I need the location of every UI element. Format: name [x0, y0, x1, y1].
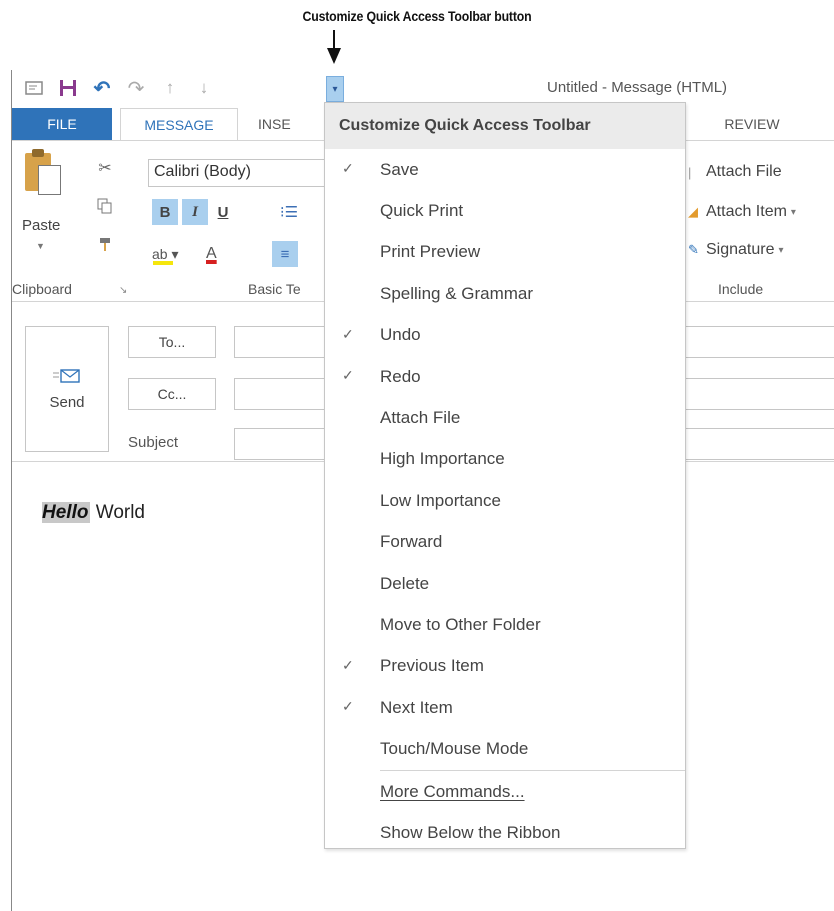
- menu-item-show-below-ribbon[interactable]: Show Below the Ribbon: [325, 812, 685, 853]
- window-title: Untitled - Message (HTML): [547, 79, 728, 96]
- send-label: Send: [49, 393, 85, 411]
- align-left-icon[interactable]: ≡: [272, 241, 298, 267]
- bullets-icon[interactable]: ⁝☰: [270, 199, 308, 225]
- font-color-button[interactable]: A: [206, 241, 246, 267]
- cc-button[interactable]: Cc...: [128, 378, 216, 410]
- customize-quick-access-toolbar-button[interactable]: ▾: [326, 76, 344, 102]
- quick-access-toolbar: ↶ ↷ ↑ ↓ ▾ Untitled - Message (HTML): [12, 70, 834, 106]
- signature-button[interactable]: ✎ Signature ▾: [688, 241, 784, 259]
- group-label-include: Include: [718, 281, 764, 297]
- attach-item-button[interactable]: ◢ Attach Item ▾: [688, 203, 796, 221]
- menu-header: Customize Quick Access Toolbar: [325, 103, 685, 149]
- menu-item-label: Low Importance: [380, 490, 501, 510]
- menu-item-label: Redo: [380, 366, 421, 386]
- group-label-basic-text: Basic Te: [248, 281, 301, 297]
- body-plain-text: World: [90, 502, 146, 523]
- dialog-launcher-icon[interactable]: ↘: [119, 285, 127, 296]
- menu-item-label: Save: [380, 159, 419, 179]
- checkmark-icon: ✓: [342, 656, 354, 673]
- save-icon[interactable]: [58, 78, 78, 98]
- menu-item-low-importance[interactable]: Low Importance: [325, 480, 685, 521]
- menu-item-label: More Commands...: [380, 781, 525, 801]
- send-button[interactable]: Send: [25, 326, 109, 452]
- pen-icon: ✎: [688, 242, 699, 257]
- chevron-down-icon: ▾: [790, 206, 796, 218]
- group-label-clipboard: Clipboard: [12, 281, 72, 297]
- to-button[interactable]: To...: [128, 326, 216, 358]
- menu-item-label: Attach File: [380, 408, 461, 428]
- menu-item-label: Show Below the Ribbon: [380, 822, 561, 842]
- menu-item-label: Forward: [380, 532, 443, 552]
- menu-item-spelling-grammar[interactable]: Spelling & Grammar: [325, 273, 685, 314]
- highlight-color-bar: [153, 261, 173, 265]
- menu-item-delete[interactable]: Delete: [325, 563, 685, 604]
- attach-file-label: Attach File: [706, 163, 782, 180]
- checkmark-icon: ✓: [342, 698, 354, 715]
- menu-item-label: Previous Item: [380, 656, 484, 676]
- callout-arrow-line: [333, 30, 335, 50]
- underline-button[interactable]: U: [210, 199, 236, 225]
- paste-icon[interactable]: [25, 149, 63, 199]
- menu-item-previous-item[interactable]: ✓ Previous Item: [325, 646, 685, 687]
- checkmark-icon: ✓: [342, 325, 354, 342]
- tab-file[interactable]: FILE: [12, 108, 112, 140]
- format-painter-icon[interactable]: [96, 235, 114, 253]
- menu-item-undo[interactable]: ✓ Undo: [325, 315, 685, 356]
- undo-icon[interactable]: ↶: [92, 78, 112, 100]
- font-color-label: A: [206, 245, 217, 262]
- menu-item-label: High Importance: [380, 449, 505, 469]
- menu-item-move-to-other-folder[interactable]: Move to Other Folder: [325, 604, 685, 645]
- redo-icon[interactable]: ↷: [126, 78, 146, 100]
- subject-label: Subject: [128, 434, 179, 451]
- send-envelope-icon: [53, 368, 81, 384]
- menu-item-label: Move to Other Folder: [380, 614, 541, 634]
- menu-item-high-importance[interactable]: High Importance: [325, 439, 685, 480]
- menu-item-redo[interactable]: ✓ Redo: [325, 356, 685, 397]
- menu-item-save[interactable]: ✓ Save: [325, 149, 685, 190]
- menu-item-label: Delete: [380, 573, 430, 593]
- highlight-label: ab: [152, 246, 168, 262]
- tab-message[interactable]: MESSAGE: [120, 108, 238, 141]
- menu-item-next-item[interactable]: ✓ Next Item: [325, 687, 685, 728]
- chevron-down-icon: ▾: [778, 244, 784, 256]
- previous-item-icon[interactable]: ↑: [160, 78, 180, 98]
- menu-item-forward[interactable]: Forward: [325, 522, 685, 563]
- next-item-icon[interactable]: ↓: [194, 78, 214, 98]
- menu-item-more-commands[interactable]: More Commands...: [325, 771, 685, 812]
- menu-item-label: Spelling & Grammar: [380, 283, 534, 303]
- tab-review[interactable]: REVIEW: [712, 108, 792, 140]
- attach-item-label: Attach Item: [706, 203, 787, 220]
- italic-button[interactable]: I: [182, 199, 208, 225]
- body-selected-word: Hello: [42, 502, 91, 523]
- checkmark-icon: ✓: [342, 160, 354, 176]
- menu-item-print-preview[interactable]: Print Preview: [325, 232, 685, 273]
- customize-qat-menu: Customize Quick Access Toolbar ✓ Save Quic…: [324, 102, 686, 849]
- paperclip-icon: |: [688, 164, 692, 180]
- menu-item-label: Print Preview: [380, 242, 481, 262]
- body-text[interactable]: Hello World: [42, 502, 145, 524]
- envelope-icon: ◢: [688, 204, 698, 219]
- callout-arrow-head: [327, 48, 341, 64]
- copy-icon[interactable]: [96, 197, 114, 215]
- menu-item-label: Quick Print: [380, 201, 464, 221]
- menu-items: ✓ Save Quick Print Print Preview Spelling & …: [325, 149, 685, 770]
- tab-insert[interactable]: INSE: [258, 108, 328, 140]
- checkmark-icon: ✓: [342, 366, 354, 383]
- menu-item-label: Undo: [380, 325, 421, 345]
- attach-file-button[interactable]: | Attach File: [688, 163, 782, 181]
- paste-button[interactable]: Paste: [22, 217, 60, 234]
- menu-item-label: Touch/Mouse Mode: [380, 739, 529, 759]
- font-name-select[interactable]: Calibri (Body): [148, 159, 328, 187]
- paste-dropdown-icon[interactable]: ▼: [36, 241, 45, 251]
- menu-item-attach-file[interactable]: Attach File: [325, 397, 685, 438]
- signature-label: Signature: [706, 241, 775, 258]
- message-icon[interactable]: [24, 78, 44, 98]
- menu-item-label: Next Item: [380, 697, 453, 717]
- menu-item-quick-print[interactable]: Quick Print: [325, 190, 685, 231]
- menu-item-touch-mouse-mode[interactable]: Touch/Mouse Mode: [325, 728, 685, 769]
- cut-icon[interactable]: ✂: [96, 159, 114, 177]
- bold-button[interactable]: B: [152, 199, 178, 225]
- callout-label: Customize Quick Access Toolbar button: [302, 8, 532, 24]
